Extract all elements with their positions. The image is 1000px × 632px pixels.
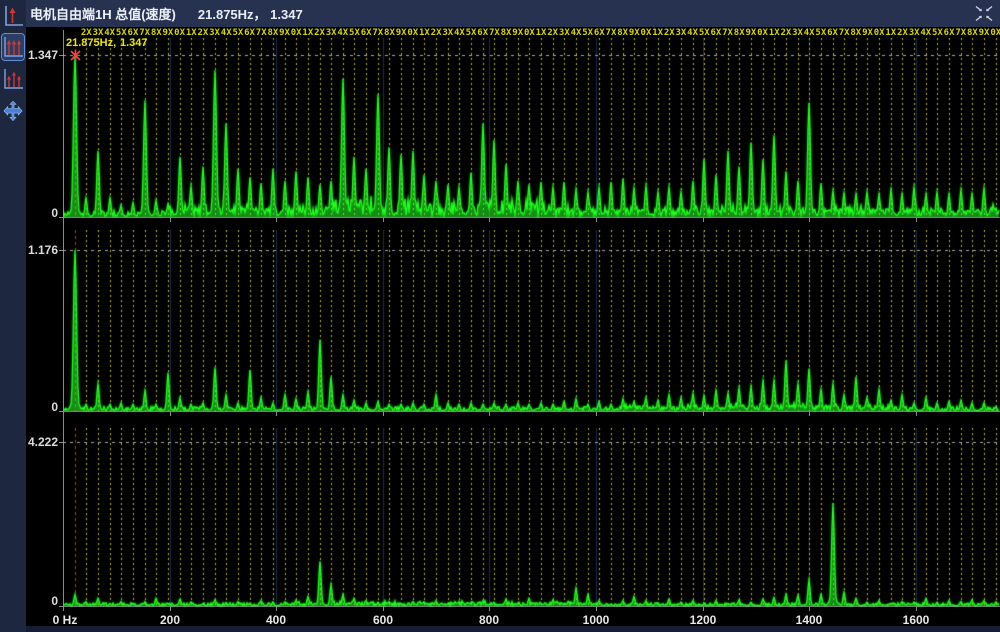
x-tick [809, 607, 810, 611]
toolbar-sidebar [0, 0, 26, 632]
marker-freq-label: 21.875Hz, [66, 37, 116, 49]
x-tick [703, 218, 704, 222]
bottom-strip [26, 626, 1000, 632]
collapse-icon[interactable] [974, 5, 994, 22]
x-axis-label: 400 [266, 613, 286, 627]
x-tick [703, 412, 704, 416]
x-tick [170, 412, 171, 416]
harmonic-label-row: 2X3X4X5X6X7X8X9X0X1X2X3X4X5X6X7X8X9X0X1X… [63, 28, 1000, 39]
x-axis-label-row: 0 Hz 200 400 600 800 1000 1200 1400 1600 [0, 611, 1000, 626]
spectrum-plot-bottom[interactable] [63, 428, 1000, 607]
y-max-label-top: 1.347 [0, 48, 58, 62]
harmonic-label: 0X [989, 28, 1000, 38]
app-window: 电机自由端1H 总值(速度) 21.875Hz， 1.347 2X3X4X5X6… [0, 0, 1000, 632]
y-tick [59, 250, 63, 251]
collapse-glyph [974, 5, 994, 22]
x-axis-label: 1600 [903, 613, 930, 627]
x-tick [489, 607, 490, 611]
x-tick [489, 412, 490, 416]
sideband-cursor-glyph [2, 67, 24, 91]
x-tick [383, 218, 384, 222]
marker-readout: 21.875Hz， 1.347 [198, 4, 303, 23]
marker-cross-icon[interactable] [69, 49, 82, 62]
x-axis-label: 600 [373, 613, 393, 627]
page-title: 电机自由端1H 总值(速度) [26, 4, 176, 23]
x-axis-label: 0 Hz [53, 613, 78, 627]
x-axis-label: 1400 [796, 613, 823, 627]
single-cursor-glyph [2, 4, 24, 28]
x-tick [596, 218, 597, 222]
x-tick [63, 412, 64, 416]
x-tick [276, 412, 277, 416]
title-bar: 电机自由端1H 总值(速度) 21.875Hz， 1.347 [26, 0, 1000, 27]
pan-glyph [2, 98, 24, 124]
x-axis-label: 1000 [583, 613, 610, 627]
x-tick [383, 412, 384, 416]
sideband-cursor-icon[interactable] [2, 66, 24, 92]
x-tick [276, 607, 277, 611]
x-tick [276, 218, 277, 222]
x-tick [916, 412, 917, 416]
x-axis-label: 800 [479, 613, 499, 627]
y-max-label-middle: 1.176 [0, 243, 58, 257]
marker-value-label: 1.347 [120, 37, 148, 49]
single-cursor-icon[interactable] [2, 3, 24, 29]
x-tick [916, 218, 917, 222]
x-tick [596, 607, 597, 611]
x-tick [63, 218, 64, 222]
y-tick [59, 442, 63, 443]
y-zero-label-bottom: 0 [0, 594, 58, 608]
x-tick [809, 218, 810, 222]
x-tick [383, 607, 384, 611]
pan-tool-icon[interactable] [2, 98, 24, 124]
x-tick [489, 218, 490, 222]
x-tick [916, 607, 917, 611]
x-tick [63, 607, 64, 611]
spectrum-plot-top[interactable] [63, 38, 1000, 218]
y-tick [59, 55, 63, 56]
x-tick [170, 607, 171, 611]
x-axis-label: 200 [160, 613, 180, 627]
y-max-label-bottom: 4.222 [0, 435, 58, 449]
x-tick [809, 412, 810, 416]
x-tick [170, 218, 171, 222]
x-axis-label: 1200 [690, 613, 717, 627]
x-tick [596, 412, 597, 416]
y-zero-label-middle: 0 [0, 400, 58, 414]
y-zero-label-top: 0 [0, 206, 58, 220]
spectrum-plot-middle[interactable] [63, 230, 1000, 412]
x-tick [703, 607, 704, 611]
